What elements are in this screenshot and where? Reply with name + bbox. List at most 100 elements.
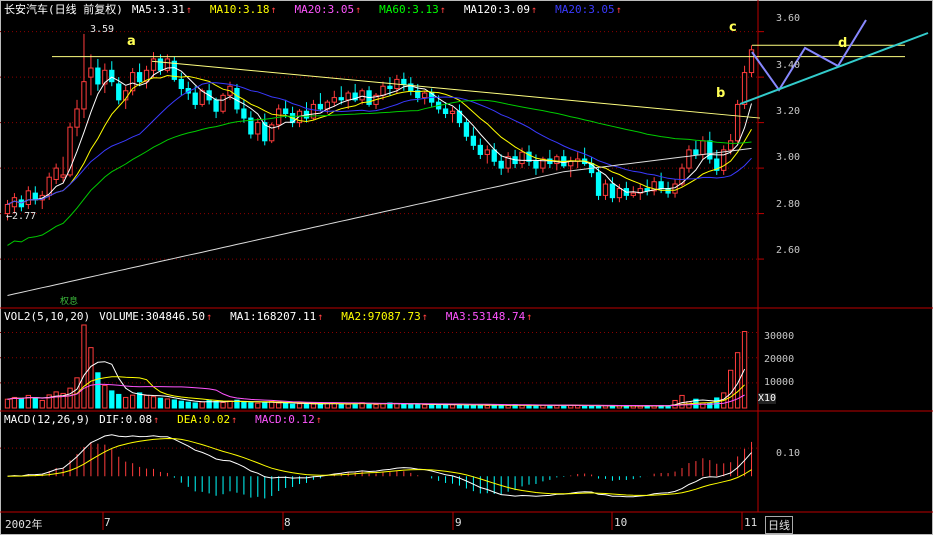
volume-bar xyxy=(679,394,685,409)
volume-bar xyxy=(289,403,296,409)
volume-bar xyxy=(338,403,344,409)
x-tick-10: 10 xyxy=(614,516,628,529)
price-tick-360: 3.60 xyxy=(776,13,801,24)
support-channel-line xyxy=(739,32,929,105)
pattern-label-d: d xyxy=(838,36,848,51)
candle-down xyxy=(95,67,101,85)
volume-bar xyxy=(220,401,226,409)
volume-bar xyxy=(422,404,428,409)
macd-tick-010: 0.10 xyxy=(776,448,801,459)
candle-down xyxy=(533,160,539,169)
volume-bar xyxy=(136,392,143,409)
volume-bar xyxy=(366,403,372,409)
candle-up xyxy=(359,90,365,101)
volume-bar xyxy=(116,393,122,409)
volume-bar xyxy=(95,372,101,409)
candle-down xyxy=(136,72,143,83)
volume-header: VOL2(5,10,20) VOLUME:304846.50↑ MA1:168207… xyxy=(4,310,559,324)
up-arrow-icon: ↑ xyxy=(526,312,533,323)
x-tick-9: 9 xyxy=(455,516,462,529)
candle-down xyxy=(192,92,198,105)
pattern-label-c: c xyxy=(729,20,737,35)
volume-indicator-2: MA2:97087.73↑ xyxy=(341,310,428,323)
volume-unit: X10 xyxy=(758,393,777,404)
volume-bar xyxy=(171,399,178,409)
volume-indicator-0: VOLUME:304846.50↑ xyxy=(99,310,213,323)
volume-bar xyxy=(526,404,532,409)
volume-bar xyxy=(310,403,317,409)
volume-bar xyxy=(373,403,379,409)
volume-bar xyxy=(164,398,171,409)
macd-indicator-0: DIF:0.08↑ xyxy=(99,413,160,426)
volume-bar xyxy=(401,403,407,409)
candle-down xyxy=(491,149,497,162)
candle-up xyxy=(554,156,560,165)
x-tick-2002: 2002年 xyxy=(5,518,43,531)
candle-up xyxy=(686,149,692,169)
volume-bar xyxy=(449,404,456,409)
price-tick-320: 3.20 xyxy=(776,106,801,117)
candle-up xyxy=(25,190,31,205)
volume-bar xyxy=(296,403,303,409)
volume-bar xyxy=(428,404,435,409)
candle-up xyxy=(345,92,351,101)
candle-up xyxy=(88,67,94,78)
candle-down xyxy=(595,172,602,196)
volume-bar xyxy=(53,391,59,409)
volume-bar xyxy=(248,402,254,409)
period-button[interactable]: 日线 xyxy=(765,516,793,534)
low-label-value: 2.77 xyxy=(12,211,37,222)
candle-down xyxy=(178,78,184,90)
x-tick-7: 7 xyxy=(104,516,111,529)
volume-bar xyxy=(728,369,734,409)
volume-bar xyxy=(255,402,261,409)
candle-up xyxy=(630,192,636,196)
candle-up xyxy=(60,174,66,178)
candle-up xyxy=(150,58,157,71)
up-arrow-icon: ↑ xyxy=(270,5,277,16)
candle-up xyxy=(331,97,337,103)
candle-up xyxy=(422,92,428,99)
volume-bar xyxy=(505,404,511,409)
volume-bar xyxy=(4,398,11,409)
volume-bar xyxy=(18,397,25,409)
candle-up xyxy=(74,108,80,128)
candle-down xyxy=(658,181,664,190)
vol-tick-30000: 30000 xyxy=(764,331,795,342)
pattern-label-b: b xyxy=(716,86,726,101)
candle-down xyxy=(116,83,122,101)
candle-up xyxy=(220,94,226,112)
volume-bar xyxy=(484,404,490,409)
vol-tick-10000: 10000 xyxy=(764,377,795,388)
candle-down xyxy=(387,85,393,90)
volume-bar xyxy=(129,394,136,409)
volume-bar xyxy=(157,397,164,409)
volume-bar xyxy=(109,390,115,409)
volume-bar xyxy=(282,402,289,409)
candle-down xyxy=(338,97,344,101)
volume-bar xyxy=(178,400,184,409)
candle-down xyxy=(463,122,470,137)
volume-title: VOL2(5,10,20) xyxy=(4,310,91,323)
candle-up xyxy=(672,183,678,194)
candle-up xyxy=(255,122,261,135)
candle-down xyxy=(157,58,164,71)
volume-indicator-3: MA3:53148.74↑ xyxy=(445,310,533,323)
candle-down xyxy=(498,160,504,169)
ma120-line xyxy=(7,147,752,296)
ma60-line xyxy=(7,99,752,246)
candle-down xyxy=(665,188,671,194)
candle-down xyxy=(32,192,38,201)
pattern-label-a: a xyxy=(127,34,136,49)
candle-up xyxy=(616,188,623,199)
price-tick-300: 3.00 xyxy=(776,152,801,163)
price-indicator-1: MA10:3.18↑ xyxy=(209,3,277,16)
candle-down xyxy=(317,103,324,110)
price-tick-260: 2.60 xyxy=(776,245,801,256)
volume-bar xyxy=(561,405,567,409)
candle-down xyxy=(109,69,115,83)
volume-bar xyxy=(637,405,643,409)
candle-up xyxy=(53,167,59,180)
candle-down xyxy=(234,88,240,110)
candle-down xyxy=(693,149,699,155)
